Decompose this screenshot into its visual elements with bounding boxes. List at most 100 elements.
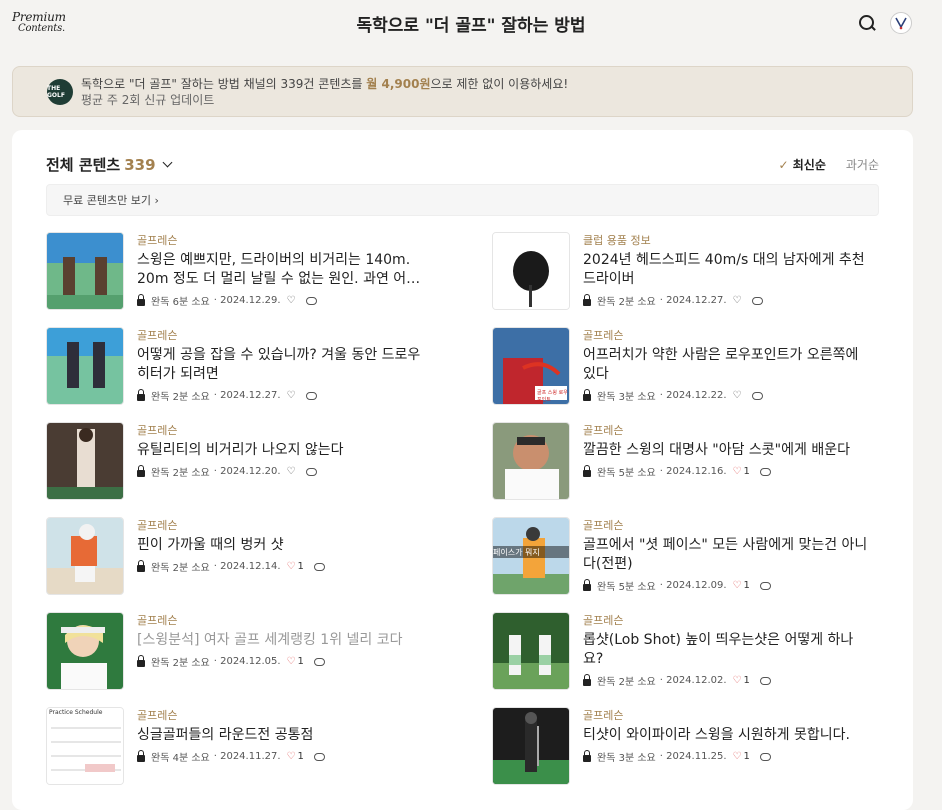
list-item[interactable]: 클럽 용품 정보 2024년 헤드스피드 40m/s 대의 남자에게 추천 드라… <box>492 232 872 310</box>
item-title: 골프에서 "셧 페이스" 모든 사람에게 맞는건 아니다(전편) <box>583 537 868 572</box>
thumbnail: Practice Schedule <box>46 707 124 785</box>
content-title: 전체 콘텐츠 <box>46 156 121 174</box>
list-item[interactable]: 골프레슨 롭샷(Lob Shot) 높이 띄우는샷은 어떻게 하나요? 완독 2… <box>492 612 872 690</box>
read-time: 완독 2분 소요 <box>597 677 656 688</box>
sort-oldest[interactable]: 과거순 <box>846 156 879 173</box>
item-category: 골프레슨 <box>137 234 178 247</box>
item-category: 골프레슨 <box>137 709 178 722</box>
item-category: 골프레슨 <box>583 424 624 437</box>
list-item[interactable]: 골프레슨 어떻게 공을 잡을 수 있습니까? 겨울 동안 드로우 히터가 되려면… <box>46 327 426 405</box>
chevron-down-icon <box>162 157 172 168</box>
thumbnail <box>492 612 570 690</box>
read-time: 완독 2분 소요 <box>151 392 210 403</box>
list-item[interactable]: 골프레슨 티샷이 와이파이라 스윙을 시원하게 못합니다. 완독 3분 소요 · … <box>492 707 872 785</box>
heart-icon: ♡ <box>732 466 742 477</box>
banner-text-prefix: 독학으로 "더 골프" 잘하는 방법 채널의 339건 콘텐츠를 <box>81 76 367 91</box>
comment-icon <box>751 391 763 400</box>
item-date: · 2024.11.27. <box>213 751 281 762</box>
item-category: 골프레슨 <box>583 709 624 722</box>
thumbnail <box>492 707 570 785</box>
sort-options: 최신순 과거순 <box>779 156 879 173</box>
thumbnail <box>46 232 124 310</box>
item-title: 2024년 헤드스피드 40m/s 대의 남자에게 추천 드라이버 <box>583 252 865 287</box>
item-date: · 2024.12.29. <box>213 295 281 306</box>
like-count: 1 <box>297 656 304 667</box>
lock-icon <box>583 464 591 477</box>
like-count: 1 <box>297 561 304 572</box>
item-category: 골프레슨 <box>583 329 624 342</box>
lock-icon <box>137 559 145 572</box>
heart-icon: ♡ <box>732 751 742 762</box>
heart-icon: ♡ <box>286 561 296 572</box>
thumbnail <box>46 422 124 500</box>
item-date: · 2024.12.27. <box>659 295 727 306</box>
item-title: 핀이 가까울 때의 벙커 샷 <box>137 537 284 553</box>
thumb-caption: 골프 스윙 로우포인트 <box>537 390 568 403</box>
lock-icon <box>137 464 145 477</box>
item-category: 클럽 용품 정보 <box>583 234 651 247</box>
read-time: 완독 3분 소요 <box>597 753 656 764</box>
item-title: 유틸리티의 비거리가 나오지 않는다 <box>137 442 344 458</box>
item-date: · 2024.12.09. <box>659 580 727 591</box>
item-title: 티샷이 와이파이라 스윙을 시원하게 못합니다. <box>583 727 850 743</box>
thumb-caption: Practice Schedule <box>49 709 103 716</box>
lock-icon <box>583 749 591 762</box>
lock-icon <box>583 293 591 306</box>
heart-icon: ♡ <box>286 295 296 306</box>
thumbnail <box>46 517 124 595</box>
read-time: 완독 5분 소요 <box>597 582 656 593</box>
like-count: 1 <box>297 751 304 762</box>
banner-price: 월 4,900원 <box>366 76 431 91</box>
list-item[interactable]: 골프레슨 유틸리티의 비거리가 나오지 않는다 완독 2분 소요 · 2024.1… <box>46 422 426 500</box>
lock-icon <box>137 749 145 762</box>
banner-text-suffix: 으로 제한 없이 이용하세요! <box>430 76 569 91</box>
list-item[interactable]: 페이스가 뭐지 골프레슨 골프에서 "셧 페이스" 모든 사람에게 맞는건 아니… <box>492 517 872 595</box>
content-count-dropdown[interactable]: 전체 콘텐츠 339 <box>46 154 172 175</box>
sort-latest[interactable]: 최신순 <box>779 156 826 173</box>
item-title: 어떻게 공을 잡을 수 있습니까? 겨울 동안 드로우 히터가 되려면 <box>137 347 421 382</box>
list-item[interactable]: 골프 스윙 로우포인트 골프레슨 어프러치가 약한 사람은 로우포인트가 오른쪽… <box>492 327 872 405</box>
list-item[interactable]: 골프레슨 핀이 가까울 때의 벙커 샷 완독 2분 소요 · 2024.12.14… <box>46 517 426 595</box>
list-item[interactable]: 골프레슨 스윙은 예쁘지만, 드라이버의 비거리는 140m. 20m 정도 더… <box>46 232 426 310</box>
item-date: · 2024.12.16. <box>659 466 727 477</box>
golf-crest-icon <box>895 17 907 30</box>
comment-icon <box>759 581 771 590</box>
read-time: 완독 2분 소요 <box>597 297 656 308</box>
logo-line1: Premium <box>12 10 66 24</box>
thumbnail: 페이스가 뭐지 <box>492 517 570 595</box>
heart-icon: ♡ <box>286 656 296 667</box>
subscription-banner[interactable]: THE GOLF 독학으로 "더 골프" 잘하는 방법 채널의 339건 콘텐츠… <box>12 66 913 117</box>
read-time: 완독 2분 소요 <box>151 468 210 479</box>
lock-icon <box>583 673 591 686</box>
list-item[interactable]: 골프레슨 [스윙분석] 여자 골프 세계랭킹 1위 넬리 코다 완독 2분 소요… <box>46 612 426 690</box>
page-title: 독학으로 "더 골프" 잘하는 방법 <box>356 15 586 36</box>
thumb-caption: 페이스가 뭐지 <box>493 548 540 557</box>
comment-icon <box>305 391 317 400</box>
thumbnail <box>46 327 124 405</box>
item-category: 골프레슨 <box>583 614 624 627</box>
read-time: 완독 3분 소요 <box>597 392 656 403</box>
item-title: 어프러치가 약한 사람은 로우포인트가 오른쪽에 있다 <box>583 347 859 382</box>
content-panel: 전체 콘텐츠 339 최신순 과거순 무료 콘텐츠만 보기 › 골프레슨 스윙은… <box>12 130 913 810</box>
lock-icon <box>137 293 145 306</box>
comment-icon <box>759 752 771 761</box>
comment-icon <box>313 752 325 761</box>
comment-icon <box>751 296 763 305</box>
search-icon[interactable] <box>858 14 876 32</box>
thumbnail <box>492 422 570 500</box>
avatar[interactable] <box>890 12 912 34</box>
lock-icon <box>583 388 591 401</box>
lock-icon <box>583 578 591 591</box>
item-title: 싱글골퍼들의 라운드전 공통점 <box>137 727 314 743</box>
item-date: · 2024.12.22. <box>659 390 727 401</box>
list-item[interactable]: 골프레슨 깔끔한 스윙의 대명사 "아담 스콧"에게 배운다 완독 5분 소요 ·… <box>492 422 872 500</box>
item-date: · 2024.12.02. <box>659 675 727 686</box>
free-content-filter[interactable]: 무료 콘텐츠만 보기 › <box>46 184 879 216</box>
logo-line2: Contents. <box>18 23 66 34</box>
item-category: 골프레슨 <box>137 614 178 627</box>
item-date: · 2024.12.14. <box>213 561 281 572</box>
premium-contents-logo[interactable]: Premium Contents. <box>12 10 66 34</box>
list-item[interactable]: Practice Schedule 골프레슨 싱글골퍼들의 라운드전 공통점 완… <box>46 707 426 785</box>
top-bar: Premium Contents. 독학으로 "더 골프" 잘하는 방법 <box>0 0 942 46</box>
like-count: 1 <box>743 675 750 686</box>
